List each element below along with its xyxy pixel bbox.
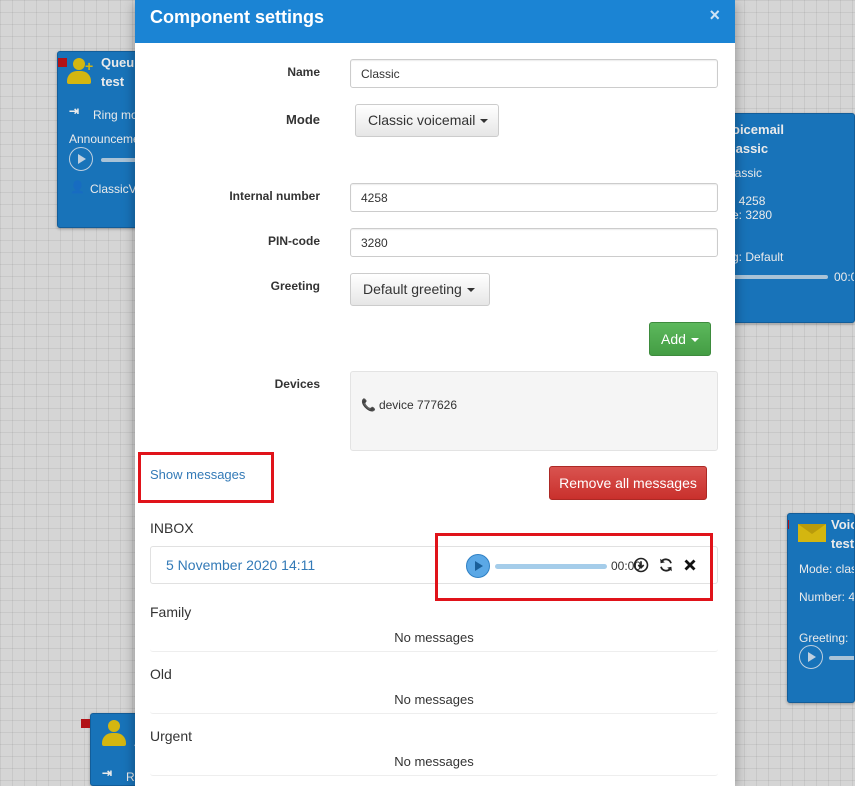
urgent-label: Urgent	[150, 728, 193, 744]
devices-label: Devices	[274, 377, 320, 391]
urgent-empty-state: No messages	[150, 754, 718, 776]
mode-dropdown[interactable]: Classic voicemail	[355, 104, 499, 137]
component-settings-modal: Component settings × Name Mode Classic v…	[135, 0, 735, 786]
devices-list: 📞 device 777626	[350, 371, 718, 451]
modal-header: Component settings ×	[135, 0, 735, 43]
greeting-dropdown[interactable]: Default greeting	[350, 273, 490, 306]
name-input[interactable]	[350, 59, 718, 88]
old-empty-state: No messages	[150, 692, 718, 714]
remove-all-messages-button[interactable]: Remove all messages	[549, 466, 707, 500]
highlight-audio-player	[435, 533, 713, 601]
pin-code-input[interactable]	[350, 228, 718, 257]
close-icon[interactable]: ×	[709, 5, 720, 26]
pin-code-label: PIN-code	[267, 234, 320, 248]
greeting-dropdown-value: Default greeting	[363, 281, 462, 297]
greeting-label: Greeting	[270, 279, 320, 293]
internal-number-label: Internal number	[229, 189, 320, 203]
inbox-label: INBOX	[150, 520, 194, 536]
caret-down-icon	[466, 288, 475, 293]
old-label: Old	[150, 666, 172, 682]
family-label: Family	[150, 604, 192, 620]
internal-number-input[interactable]	[350, 183, 718, 212]
device-item[interactable]: 📞 device 777626	[361, 398, 457, 412]
modal-title: Component settings	[150, 7, 324, 27]
message-date[interactable]: 5 November 2020 14:11	[166, 557, 315, 573]
phone-icon: 📞	[361, 398, 376, 412]
highlight-show-messages	[138, 452, 274, 503]
add-button-label: Add	[661, 331, 686, 347]
caret-down-icon	[480, 119, 489, 124]
mode-label: Mode	[286, 112, 320, 127]
caret-down-icon	[690, 338, 699, 343]
name-label: Name	[287, 65, 320, 79]
family-empty-state: No messages	[150, 630, 718, 652]
device-item-label: device 777626	[378, 398, 458, 412]
add-button[interactable]: Add	[649, 322, 711, 356]
mode-dropdown-value: Classic voicemail	[368, 112, 476, 128]
